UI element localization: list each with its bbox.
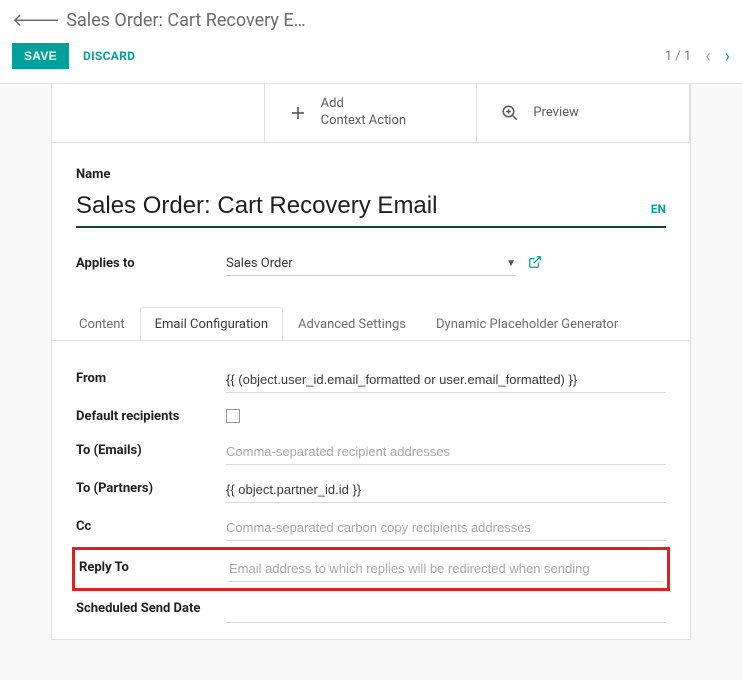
name-label: Name bbox=[76, 167, 110, 182]
save-button[interactable]: SAVE bbox=[12, 43, 69, 69]
from-input[interactable] bbox=[226, 367, 666, 393]
cc-label: Cc bbox=[76, 515, 226, 536]
applies-to-value: Sales Order bbox=[226, 256, 500, 271]
preview-label: Preview bbox=[533, 105, 578, 120]
action-bar: SAVE DISCARD 1 / 1 ‹ › bbox=[0, 37, 742, 84]
tabs: Content Email Configuration Advanced Set… bbox=[52, 306, 690, 341]
default-recipients-checkbox[interactable] bbox=[226, 409, 240, 423]
pager-next-icon[interactable]: › bbox=[725, 46, 730, 67]
top-actions: Add Context Action Preview bbox=[52, 84, 690, 143]
discard-button[interactable]: DISCARD bbox=[83, 49, 135, 63]
applies-to-select[interactable]: Sales Order ▼ bbox=[226, 252, 516, 276]
breadcrumb: 🡐 Sales Order: Cart Recovery E… bbox=[0, 0, 742, 37]
form-sheet: Add Context Action Preview Name EN Appli… bbox=[51, 84, 691, 640]
tab-dynamic[interactable]: Dynamic Placeholder Generator bbox=[421, 307, 633, 341]
add-context-label: Add Context Action bbox=[321, 96, 406, 130]
reply-to-input[interactable] bbox=[229, 556, 663, 582]
from-label: From bbox=[76, 367, 226, 388]
tab-advanced[interactable]: Advanced Settings bbox=[283, 307, 421, 341]
zoom-in-icon bbox=[501, 104, 519, 122]
default-recipients-label: Default recipients bbox=[76, 405, 226, 426]
pager-text: 1 / 1 bbox=[665, 49, 691, 64]
cc-input[interactable] bbox=[226, 515, 666, 541]
field-grid: From Default recipients To (Emails) To (… bbox=[76, 341, 666, 639]
caret-down-icon: ▼ bbox=[506, 258, 516, 269]
top-action-empty bbox=[52, 84, 265, 142]
add-context-line1: Add bbox=[321, 96, 406, 113]
scheduled-date-label: Scheduled Send Date bbox=[76, 597, 226, 618]
tab-content[interactable]: Content bbox=[64, 307, 140, 341]
back-arrow-icon[interactable]: 🡐 bbox=[12, 10, 60, 31]
action-left: SAVE DISCARD bbox=[12, 43, 135, 69]
action-right: 1 / 1 ‹ › bbox=[665, 46, 730, 67]
breadcrumb-title: Sales Order: Cart Recovery E… bbox=[66, 10, 305, 31]
scheduled-date-input[interactable] bbox=[226, 597, 666, 623]
name-input[interactable] bbox=[76, 188, 635, 224]
tab-email-config[interactable]: Email Configuration bbox=[140, 307, 283, 341]
to-partners-label: To (Partners) bbox=[76, 477, 226, 498]
external-link-icon[interactable] bbox=[528, 255, 542, 273]
applies-to-label: Applies to bbox=[76, 256, 226, 271]
to-partners-input[interactable] bbox=[226, 477, 666, 503]
reply-to-label: Reply To bbox=[79, 556, 229, 577]
preview-button[interactable]: Preview bbox=[477, 84, 690, 142]
add-context-line2: Context Action bbox=[321, 113, 406, 130]
reply-to-highlight: Reply To bbox=[72, 547, 670, 591]
to-emails-input[interactable] bbox=[226, 439, 666, 465]
pager-prev-icon[interactable]: ‹ bbox=[705, 46, 710, 67]
to-emails-label: To (Emails) bbox=[76, 439, 226, 460]
add-context-action-button[interactable]: Add Context Action bbox=[265, 84, 478, 142]
plus-icon bbox=[289, 104, 307, 122]
language-button[interactable]: EN bbox=[651, 202, 666, 224]
